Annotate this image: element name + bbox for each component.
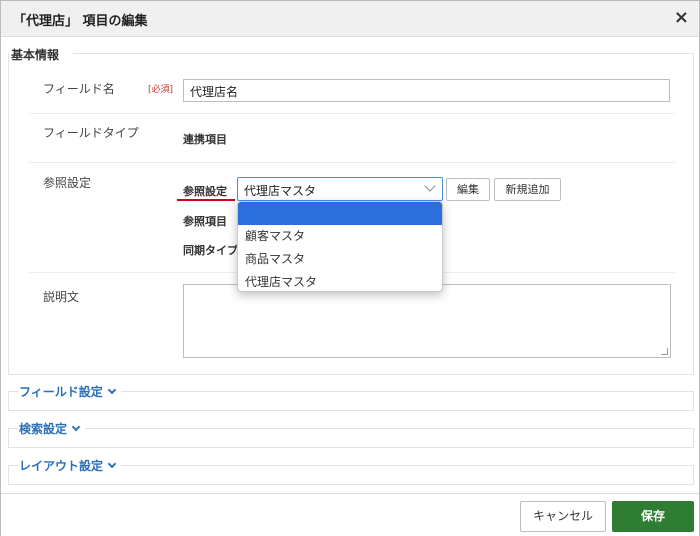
ref-item-label: 参照項目 [183, 215, 227, 228]
basic-info-legend: 基本情報 [11, 46, 66, 63]
description-label: 説明文 [43, 290, 80, 304]
dropdown-option-blank[interactable] [238, 202, 442, 225]
dropdown-option-product[interactable]: 商品マスタ [238, 248, 442, 271]
edit-dialog: 「代理店」 項目の編集 × 基本情報 フィールド名 [必須] 代理店名 フィール… [0, 0, 700, 536]
field-settings-label: フィールド設定 [19, 385, 103, 399]
sync-type-label: 同期タイプ [183, 244, 238, 257]
chevron-down-icon [424, 180, 436, 192]
chevron-down-icon [71, 422, 81, 432]
resize-grip-icon[interactable] [661, 348, 668, 355]
close-icon[interactable]: × [674, 7, 689, 29]
chevron-down-icon [107, 385, 117, 395]
search-settings-toggle[interactable]: 検索設定 [19, 420, 86, 437]
field-type-label: フィールドタイプ [43, 126, 139, 140]
description-textarea[interactable] [183, 284, 671, 358]
ref-master-select[interactable]: 代理店マスタ [237, 177, 443, 201]
ref-setting-label: 参照設定 [183, 185, 227, 198]
layout-settings-label: レイアウト設定 [19, 459, 104, 473]
dialog-title: 「代理店」 項目の編集 [13, 14, 148, 29]
field-name-input[interactable]: 代理店名 [183, 79, 670, 102]
field-type-value: 連携項目 [183, 133, 227, 146]
reference-label: 参照設定 [43, 176, 92, 190]
search-settings-divider [8, 428, 694, 429]
row-divider [29, 162, 675, 163]
dropdown-option-customer[interactable]: 顧客マスタ [238, 225, 442, 248]
highlight-underline [177, 199, 235, 201]
search-settings-section [8, 428, 694, 448]
row-divider [29, 113, 675, 114]
save-button[interactable]: 保存 [612, 501, 694, 532]
ref-master-dropdown: 顧客マスタ 商品マスタ 代理店マスタ [237, 201, 443, 292]
ref-master-select-value: 代理店マスタ [244, 184, 317, 198]
field-settings-toggle[interactable]: フィールド設定 [19, 383, 121, 400]
layout-settings-toggle[interactable]: レイアウト設定 [19, 457, 122, 474]
field-name-label: フィールド名 [43, 82, 115, 96]
search-settings-label: 検索設定 [19, 422, 68, 436]
dialog-titlebar: 「代理店」 項目の編集 × [1, 1, 699, 37]
edit-button[interactable]: 編集 [446, 178, 490, 201]
dropdown-option-agency[interactable]: 代理店マスタ [238, 271, 442, 291]
basic-info-divider [73, 53, 694, 54]
required-badge: [必須] [148, 85, 174, 95]
cancel-button[interactable]: キャンセル [520, 501, 606, 532]
chevron-down-icon [107, 459, 117, 469]
new-add-button[interactable]: 新規追加 [494, 178, 561, 201]
